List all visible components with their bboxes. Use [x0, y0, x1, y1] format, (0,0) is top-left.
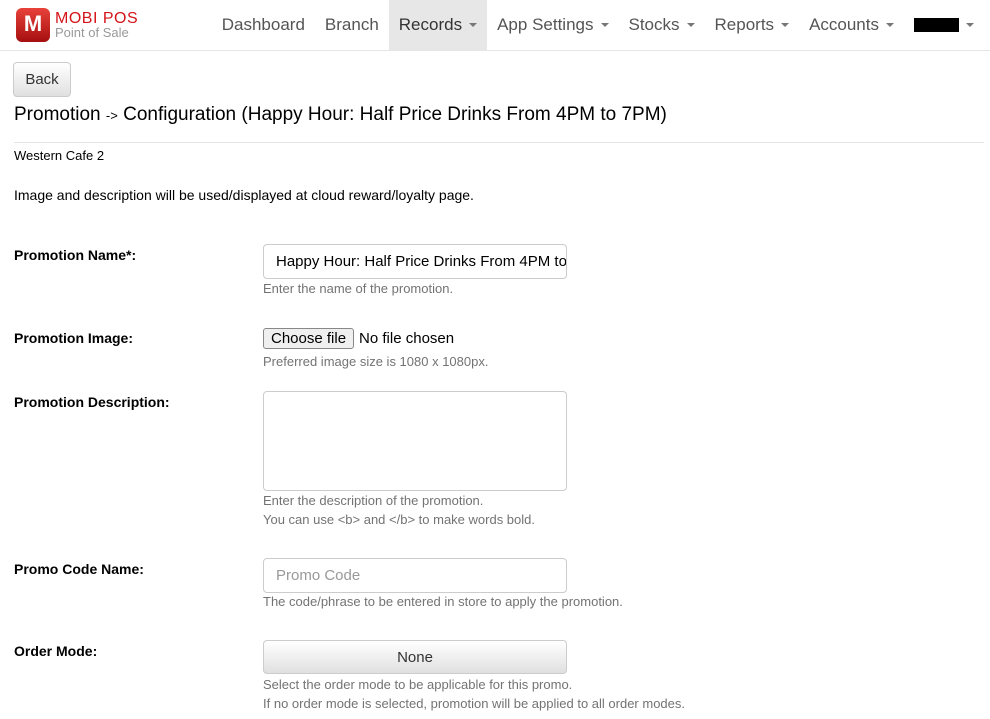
help-line: If no order mode is selected, promotion …: [263, 696, 685, 711]
promo-code-help: The code/phrase to be entered in store t…: [263, 594, 623, 609]
promotion-image-label: Promotion Image:: [14, 330, 134, 346]
promotion-description-textarea[interactable]: [263, 391, 567, 491]
nav-label: App Settings: [497, 15, 594, 34]
choose-file-button[interactable]: Choose file: [263, 328, 355, 349]
promo-code-label: Promo Code Name:: [14, 561, 144, 577]
nav-label: Records: [398, 15, 463, 34]
nav-label: Stocks: [628, 15, 680, 34]
nav-dashboard[interactable]: Dashboard: [212, 0, 315, 50]
logo[interactable]: M: [16, 8, 50, 42]
redacted-username: [914, 18, 959, 32]
nav-app-settings[interactable]: App Settings: [487, 0, 618, 50]
nav-label: Dashboard: [221, 15, 305, 34]
navbar: M MOBI POS Point of Sale Dashboard Branc…: [0, 0, 990, 51]
nav-reports[interactable]: Reports: [705, 0, 800, 50]
promotion-description-help: Enter the description of the promotion. Y…: [263, 491, 535, 529]
promo-code-input[interactable]: Promo Code: [263, 558, 567, 593]
brand-tagline: Point of Sale: [55, 25, 129, 40]
caret-down-icon: [469, 23, 478, 27]
nav-stocks[interactable]: Stocks: [619, 0, 705, 50]
help-line: You can use <b> and </b> to make words b…: [263, 512, 535, 527]
help-line: Select the order mode to be applicable f…: [263, 677, 573, 692]
back-button[interactable]: Back: [13, 62, 71, 97]
promotion-name-help: Enter the name of the promotion.: [263, 281, 454, 296]
title-part1: Promotion: [14, 104, 101, 125]
caret-down-icon: [781, 23, 790, 27]
caret-down-icon: [886, 23, 894, 27]
caret-down-icon: [600, 23, 609, 27]
order-mode-button[interactable]: None: [263, 640, 567, 674]
divider: [14, 142, 984, 143]
help-line: Enter the description of the promotion.: [263, 493, 484, 508]
nav-label: Branch: [324, 15, 379, 34]
file-status: No file chosen: [359, 330, 455, 347]
branch-name: Western Cafe 2: [14, 148, 105, 163]
promotion-name-input[interactable]: Happy Hour: Half Price Drinks From 4PM t…: [263, 244, 567, 279]
nav-accounts[interactable]: Accounts: [799, 0, 904, 50]
promotion-description-label: Promotion Description:: [14, 394, 170, 410]
nav-branch[interactable]: Branch: [315, 0, 389, 50]
nav-label: Accounts: [809, 15, 879, 34]
order-mode-label: Order Mode:: [14, 643, 98, 659]
order-mode-help: Select the order mode to be applicable f…: [263, 675, 685, 713]
caret-down-icon: [686, 23, 695, 27]
promotion-image-help: Preferred image size is 1080 x 1080px.: [263, 354, 489, 369]
page-title: Promotion -> Configuration (Happy Hour: …: [14, 104, 667, 126]
intro-text: Image and description will be used/displ…: [14, 187, 474, 203]
title-part2: Configuration (Happy Hour: Half Price Dr…: [123, 104, 667, 125]
caret-down-icon: [966, 23, 974, 27]
title-arrow: ->: [105, 108, 118, 123]
nav-label: Reports: [714, 15, 775, 34]
promotion-name-label: Promotion Name*:: [14, 247, 137, 263]
nav-user-menu[interactable]: [904, 0, 974, 50]
nav-records[interactable]: Records: [388, 0, 488, 50]
